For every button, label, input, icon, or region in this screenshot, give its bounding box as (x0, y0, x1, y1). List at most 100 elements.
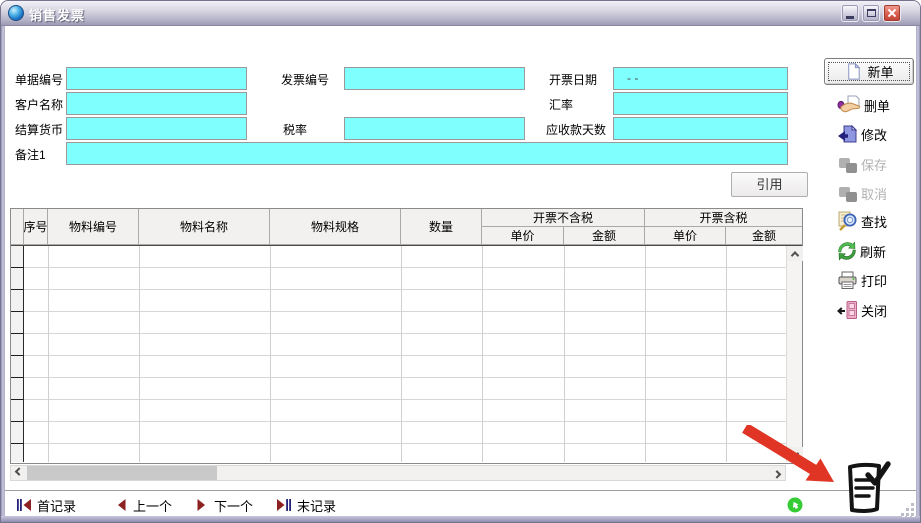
scroll-up-button[interactable] (787, 246, 803, 261)
currency-field[interactable] (66, 117, 247, 140)
exchange-rate-label: 汇率 (549, 96, 573, 113)
maximize-button[interactable] (862, 4, 880, 22)
chevron-right-icon (773, 470, 781, 478)
scroll-down-button[interactable] (787, 447, 803, 462)
refresh-button[interactable]: 刷新 (837, 239, 919, 263)
currency-label: 结算货币 (15, 121, 63, 138)
close-form-button-label: 关闭 (861, 301, 887, 320)
col-header-incl-amount: 金额 (726, 227, 802, 245)
maximize-icon (867, 9, 876, 17)
previous-record-button[interactable]: 上一个 (115, 495, 172, 515)
next-record-label: 下一个 (214, 496, 253, 515)
window-border-left (1, 26, 5, 520)
previous-record-label: 上一个 (133, 496, 172, 515)
exit-door-icon (837, 300, 858, 320)
cancel-button: 取消 (837, 181, 919, 205)
col-header-excl-amount: 金额 (564, 227, 645, 245)
doc-no-field[interactable] (66, 67, 247, 90)
nav-separator (5, 490, 916, 491)
save-button-label: 保存 (861, 155, 887, 174)
tax-rate-label: 税率 (283, 121, 307, 138)
grid-body[interactable] (24, 246, 802, 462)
new-invoice-button[interactable]: 新单 (824, 58, 914, 85)
customer-field[interactable] (66, 92, 247, 115)
first-record-button[interactable]: 首记录 (17, 495, 76, 515)
vertical-scrollbar[interactable] (786, 246, 802, 462)
refresh-button-label: 刷新 (860, 242, 886, 261)
save-button: 保存 (837, 152, 919, 176)
minimize-icon (846, 16, 854, 19)
next-record-icon (196, 499, 208, 511)
minimize-button[interactable] (841, 4, 859, 22)
doc-no-label: 单据编号 (15, 71, 63, 88)
previous-record-icon (115, 499, 127, 511)
last-record-button[interactable]: 末记录 (277, 495, 336, 515)
chevron-down-icon (791, 449, 799, 457)
hscroll-thumb[interactable] (27, 466, 217, 480)
close-icon (886, 7, 898, 19)
tax-rate-field[interactable] (344, 117, 525, 140)
delete-button-label: 删单 (864, 96, 890, 115)
group-header-excl-tax: 开票不含税 (482, 209, 645, 227)
find-button-label: 查找 (861, 212, 887, 231)
receivable-days-label: 应收款天数 (546, 121, 606, 138)
horizontal-scrollbar[interactable] (10, 465, 786, 481)
chevron-up-icon (791, 251, 799, 259)
cancel-icon (837, 184, 858, 203)
cancel-button-label: 取消 (861, 184, 887, 203)
new-button-label: 新单 (867, 62, 893, 81)
col-header-excl-unit-price: 单价 (482, 227, 564, 245)
green-badge-icon (787, 497, 803, 518)
resize-grip[interactable] (900, 504, 916, 518)
exchange-rate-field[interactable] (613, 92, 788, 115)
group-header-incl-tax: 开票含税 (645, 209, 802, 227)
window-title: 销售发票 (29, 5, 85, 24)
col-header-material-spec: 物料规格 (270, 209, 401, 245)
invoice-no-field[interactable] (344, 67, 525, 90)
first-record-label: 首记录 (37, 496, 76, 515)
refresh-icon (837, 241, 857, 261)
row-indicator-column (11, 246, 24, 462)
last-record-label: 末记录 (297, 496, 336, 515)
invoice-lines-grid: 序号 物料编号 物料名称 物料规格 数量 开票不含税 开票含税 单价 金额 单价… (10, 208, 803, 464)
chevron-left-icon (15, 467, 23, 475)
titlebar: 销售发票 (1, 1, 920, 26)
col-header-seq: 序号 (24, 209, 48, 245)
last-record-icon (277, 499, 291, 511)
col-header-incl-unit-price: 单价 (645, 227, 726, 245)
search-icon (837, 211, 858, 231)
customer-label: 客户名称 (15, 96, 63, 113)
col-header-quantity: 数量 (401, 209, 482, 245)
invoice-date-label: 开票日期 (549, 71, 597, 88)
indicator-header-cell (11, 209, 24, 245)
delete-doc-icon (837, 95, 861, 115)
receivable-days-field[interactable] (613, 117, 788, 140)
invoice-date-field[interactable]: - - (613, 67, 788, 90)
modify-button[interactable]: 修改 (837, 122, 919, 146)
close-button[interactable] (883, 4, 901, 22)
globe-icon (8, 5, 24, 21)
modify-button-label: 修改 (861, 125, 887, 144)
remark1-label: 备注1 (15, 146, 46, 163)
scroll-left-button[interactable] (11, 466, 27, 480)
print-button[interactable]: 打印 (837, 268, 919, 292)
window-border-bottom (1, 516, 920, 522)
col-header-material-no: 物料编号 (48, 209, 139, 245)
printer-icon (837, 271, 858, 290)
first-record-icon (17, 499, 31, 511)
quote-button[interactable]: 引用 (731, 172, 808, 197)
audit-check-icon[interactable] (841, 458, 891, 519)
sales-invoice-window: 销售发票 单据编号 发票编号 开票日期 客户名称 汇率 结算货币 税率 应收款天… (0, 0, 921, 523)
save-icon (837, 155, 858, 174)
modify-icon (837, 124, 858, 144)
invoice-no-label: 发票编号 (281, 71, 329, 88)
close-form-button[interactable]: 关闭 (837, 298, 919, 322)
remark1-field[interactable] (66, 142, 788, 165)
find-button[interactable]: 查找 (837, 209, 919, 233)
delete-invoice-button[interactable]: 删单 (837, 93, 919, 117)
scroll-right-button[interactable] (769, 466, 785, 480)
next-record-button[interactable]: 下一个 (196, 495, 253, 515)
print-button-label: 打印 (861, 271, 887, 290)
new-doc-icon (844, 62, 863, 81)
col-header-material-name: 物料名称 (139, 209, 270, 245)
